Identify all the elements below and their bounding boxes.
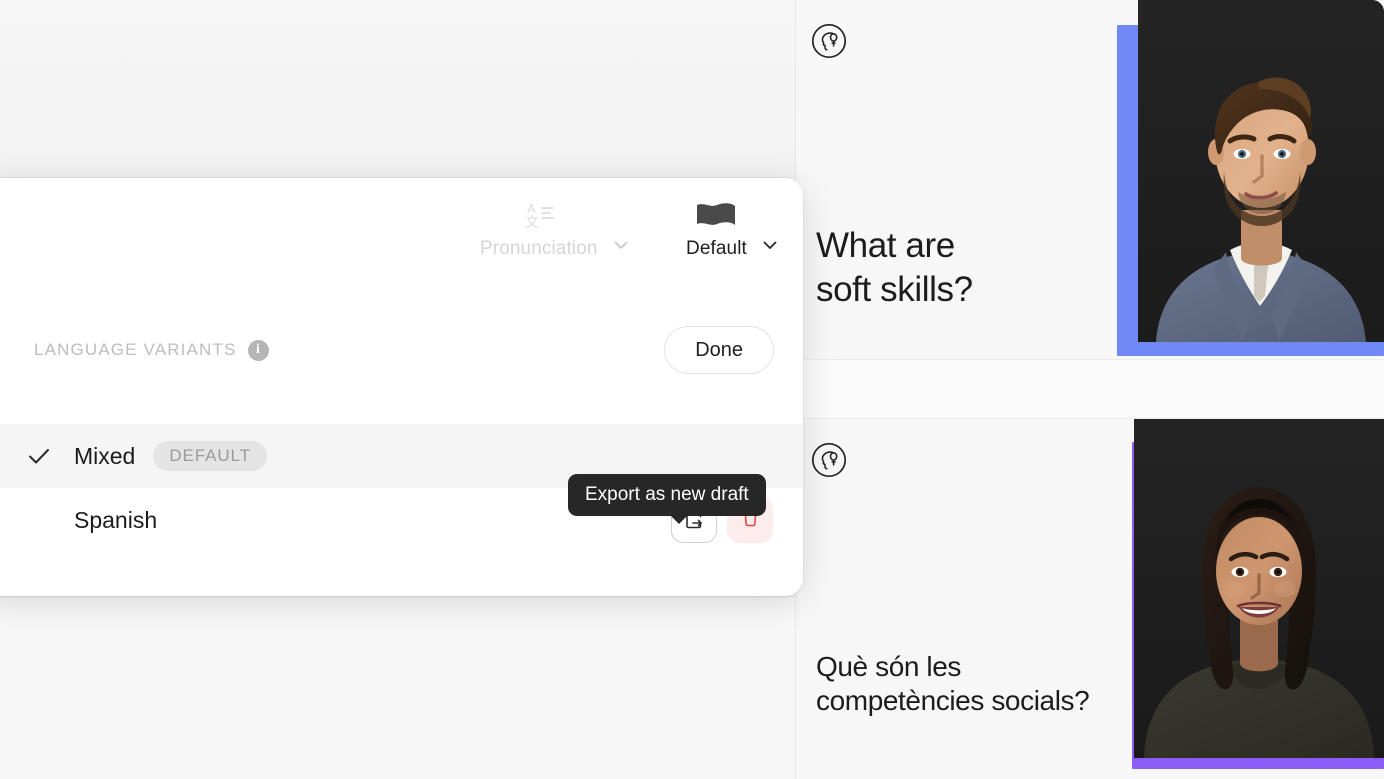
- slide-card-ca[interactable]: Què són les competències socials?: [796, 418, 1384, 779]
- head-idea-icon: [810, 22, 848, 60]
- slide-heading-ca: Què són les competències socials?: [816, 650, 1090, 719]
- panel-toolbar: A 文 Pronunciation Default: [0, 178, 803, 286]
- chevron-down-icon: [761, 236, 779, 254]
- export-tooltip: Export as new draft: [568, 474, 766, 524]
- slide-list: What are soft skills? Què són les compet…: [796, 0, 1384, 779]
- slide-heading-en: What are soft skills?: [816, 224, 973, 311]
- heading-line: soft skills?: [816, 269, 973, 309]
- svg-text:文: 文: [525, 215, 539, 230]
- canvas-bottom-area: [0, 596, 795, 779]
- male-presenter-photo: [1138, 0, 1384, 342]
- variant-name: Mixed: [74, 442, 136, 469]
- section-header: LANGUAGE VARIANTS i Done: [34, 326, 774, 374]
- female-presenter-photo: [1134, 419, 1384, 758]
- info-icon[interactable]: i: [247, 339, 269, 361]
- heading-line: What are: [816, 226, 955, 266]
- default-voice-control[interactable]: Default: [686, 200, 779, 260]
- app-window: What are soft skills? Què són les compet…: [0, 0, 1384, 779]
- default-badge: DEFAULT: [153, 441, 267, 471]
- done-button[interactable]: Done: [664, 326, 774, 374]
- section-title: LANGUAGE VARIANTS: [34, 340, 237, 359]
- svg-text:A: A: [527, 201, 536, 216]
- canvas-top-area: [0, 0, 795, 178]
- head-idea-icon: [810, 441, 848, 479]
- check-icon: [26, 443, 74, 469]
- chevron-down-icon: [612, 236, 630, 254]
- language-variants-panel: A 文 Pronunciation Default LANGUAGE VARIA…: [0, 178, 803, 596]
- translate-icon: A 文: [523, 200, 555, 235]
- heading-line: Què són les: [816, 650, 962, 682]
- slide-card-en[interactable]: What are soft skills?: [796, 0, 1384, 360]
- flag-icon: [693, 200, 739, 235]
- heading-line: competències socials?: [816, 685, 1090, 717]
- default-voice-label: Default: [686, 238, 747, 259]
- variant-name: Spanish: [74, 506, 158, 533]
- pronunciation-label: Pronunciation: [480, 238, 598, 259]
- pronunciation-control[interactable]: A 文 Pronunciation: [480, 200, 630, 260]
